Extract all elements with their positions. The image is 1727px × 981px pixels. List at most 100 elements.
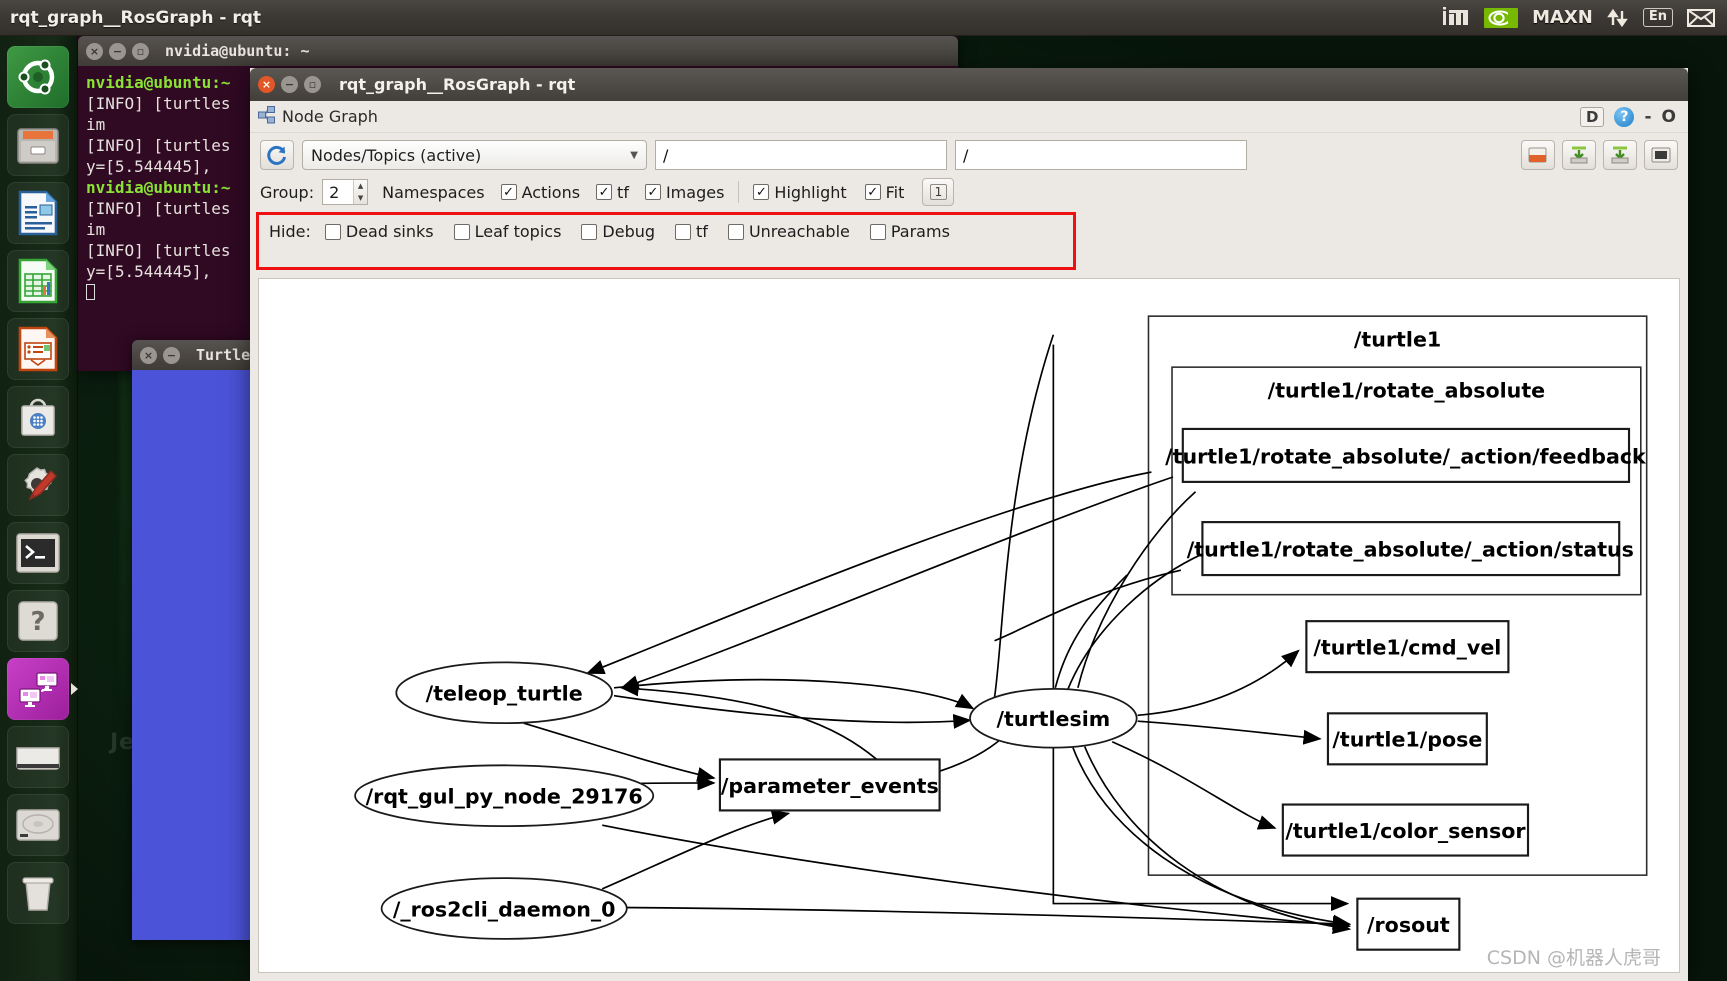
node-ros2cli-daemon-label: /_ros2cli_daemon_0 [393,897,616,921]
refresh-button[interactable] [260,140,294,170]
launcher-terminal[interactable] [7,522,69,584]
keyboard-layout-indicator[interactable]: En [1642,8,1673,27]
actions-checkbox[interactable]: ✓ [500,184,517,200]
plugin-title: Node Graph [282,107,378,126]
node-action-status[interactable]: /turtle1/rotate_absolute/_action/status [1187,521,1634,577]
launcher-help[interactable]: ? [7,590,69,652]
zoom-reset-label: 1 [929,184,948,200]
launcher-software-center[interactable] [7,386,69,448]
help-icon[interactable]: ? [1614,106,1635,127]
node-teleop-turtle[interactable]: /teleop_turtle [395,661,613,725]
launcher-libreoffice-calc[interactable] [7,250,69,312]
spinner-down-icon[interactable]: ▼ [354,192,367,204]
rqt-titlebar[interactable]: × − ▫ rqt_graph__RosGraph - rqt [250,68,1688,101]
launcher-hard-disk[interactable] [7,794,69,856]
node-turtlesim[interactable]: /turtlesim [969,687,1138,749]
launcher-files[interactable] [7,114,69,176]
launcher-trash[interactable] [7,862,69,924]
refresh-icon [267,145,287,165]
node-cmd-vel[interactable]: /turtle1/cmd_vel [1305,620,1510,674]
graph-edges [523,334,1352,935]
nvidia-eye-icon[interactable] [1484,7,1519,28]
node-graph-icon [258,105,276,128]
exclude-filter-input[interactable]: / [955,140,1247,170]
hide-params-checkbox[interactable] [869,223,886,240]
include-filter-input[interactable]: / [655,140,947,170]
tf-checkbox[interactable]: ✓ [596,184,613,200]
signal-bars-icon[interactable] [1442,6,1470,29]
ros-graph-canvas[interactable]: /turtle1 /turtle1/rotate_absolute /teleo… [258,278,1680,973]
fit-checkbox[interactable]: ✓ [864,184,881,200]
hide-dead-sinks-group[interactable]: Dead sinks [324,222,434,241]
save-svg-button[interactable] [1603,140,1637,170]
turtlesim-title: Turtle [196,346,251,364]
terminal-maximize-button[interactable]: ▫ [132,42,149,60]
hide-debug-group[interactable]: Debug [581,222,655,241]
tf-label: tf [617,182,629,202]
question-mark-icon: ? [18,601,58,641]
terminal-titlebar[interactable]: × − ▫ nvidia@ubuntu: ~ [78,36,958,66]
screen-icon [1651,147,1671,163]
launcher-libreoffice-impress[interactable] [7,318,69,380]
images-checkbox[interactable]: ✓ [644,184,661,200]
hide-unreachable-group[interactable]: Unreachable [727,222,850,241]
plugin-minimize-button[interactable]: - [1644,107,1651,127]
images-label: Images [665,182,725,202]
rqt-window[interactable]: × − ▫ rqt_graph__RosGraph - rqt Node Gra… [250,68,1688,981]
graph-type-combobox[interactable]: Nodes/Topics (active) ▼ [302,140,647,170]
remote-screens-icon [19,672,58,707]
node-rosout-label: /rosout [1367,913,1450,937]
cluster-rotate-absolute-label: /turtle1/rotate_absolute [1268,379,1545,403]
launcher-disk-drive[interactable] [7,726,69,788]
node-turtlesim-label: /turtlesim [996,707,1110,731]
turtlesim-close-button[interactable]: × [140,346,157,364]
hide-options-highlight-box: Hide: Dead sinks Leaf topics Debug tf Un… [256,212,1076,270]
launcher-system-settings[interactable] [7,454,69,516]
node-pose[interactable]: /turtle1/pose [1326,712,1488,766]
terminal-minimize-button[interactable]: − [109,42,126,60]
node-color-sensor[interactable]: /turtle1/color_sensor [1281,803,1530,857]
file-cabinet-icon [17,128,59,164]
terminal-close-button[interactable]: × [86,42,103,60]
hide-tf-checkbox[interactable] [675,223,692,240]
power-mode-label[interactable]: MAXN [1532,7,1593,28]
tf-checkbox-group[interactable]: ✓ tf [596,183,629,202]
highlight-checkbox-group[interactable]: ✓ Highlight [753,183,847,202]
save-image-button[interactable] [1562,140,1596,170]
images-checkbox-group[interactable]: ✓ Images [644,182,725,202]
plugin-close-button[interactable]: O [1662,107,1676,127]
node-rqt-gui-py[interactable]: /rqt_gul_py_node_29176 [354,764,655,828]
rqt-maximize-button[interactable]: ▫ [304,76,321,93]
node-rosout[interactable]: /rosout [1356,897,1461,951]
hide-leaf-topics-group[interactable]: Leaf topics [453,222,561,241]
hide-label: Hide: [269,222,311,241]
spinner-up-icon[interactable]: ▲ [354,180,367,192]
dock-button[interactable]: D [1580,106,1605,127]
rqt-close-button[interactable]: × [258,76,275,93]
launcher-ubuntu-dash[interactable] [7,46,69,108]
node-action-feedback[interactable]: /turtle1/rotate_absolute/_action/feedbac… [1165,427,1647,483]
hide-dead-sinks-checkbox[interactable] [324,223,341,240]
rqt-minimize-button[interactable]: − [281,76,298,93]
fit-in-view-button[interactable] [1644,140,1678,170]
launcher-libreoffice-writer[interactable] [7,182,69,244]
hide-debug-checkbox[interactable] [581,223,598,240]
hide-leaf-topics-checkbox[interactable] [453,223,470,240]
load-dot-button[interactable] [1521,140,1555,170]
toolbar-actions [1521,140,1678,170]
highlight-checkbox[interactable]: ✓ [753,184,770,200]
hide-tf-group[interactable]: tf [675,222,708,241]
group-spinbox[interactable]: 2 ▲ ▼ [322,179,369,205]
zoom-reset-button[interactable]: 1 [922,178,955,206]
turtlesim-minimize-button[interactable]: − [163,346,180,364]
node-parameter-events[interactable]: /parameter_events [718,758,941,812]
fit-checkbox-group[interactable]: ✓ Fit [864,183,904,202]
network-updown-icon[interactable] [1607,7,1629,29]
hide-params-group[interactable]: Params [869,222,950,241]
node-ros2cli-daemon[interactable]: /_ros2cli_daemon_0 [380,877,628,940]
mail-envelope-icon[interactable] [1687,8,1715,28]
launcher-remote-desktop[interactable] [7,658,69,720]
actions-checkbox-group[interactable]: ✓ Actions [500,183,580,202]
group-spinner-arrows[interactable]: ▲ ▼ [353,180,368,204]
hide-unreachable-checkbox[interactable] [727,223,744,240]
